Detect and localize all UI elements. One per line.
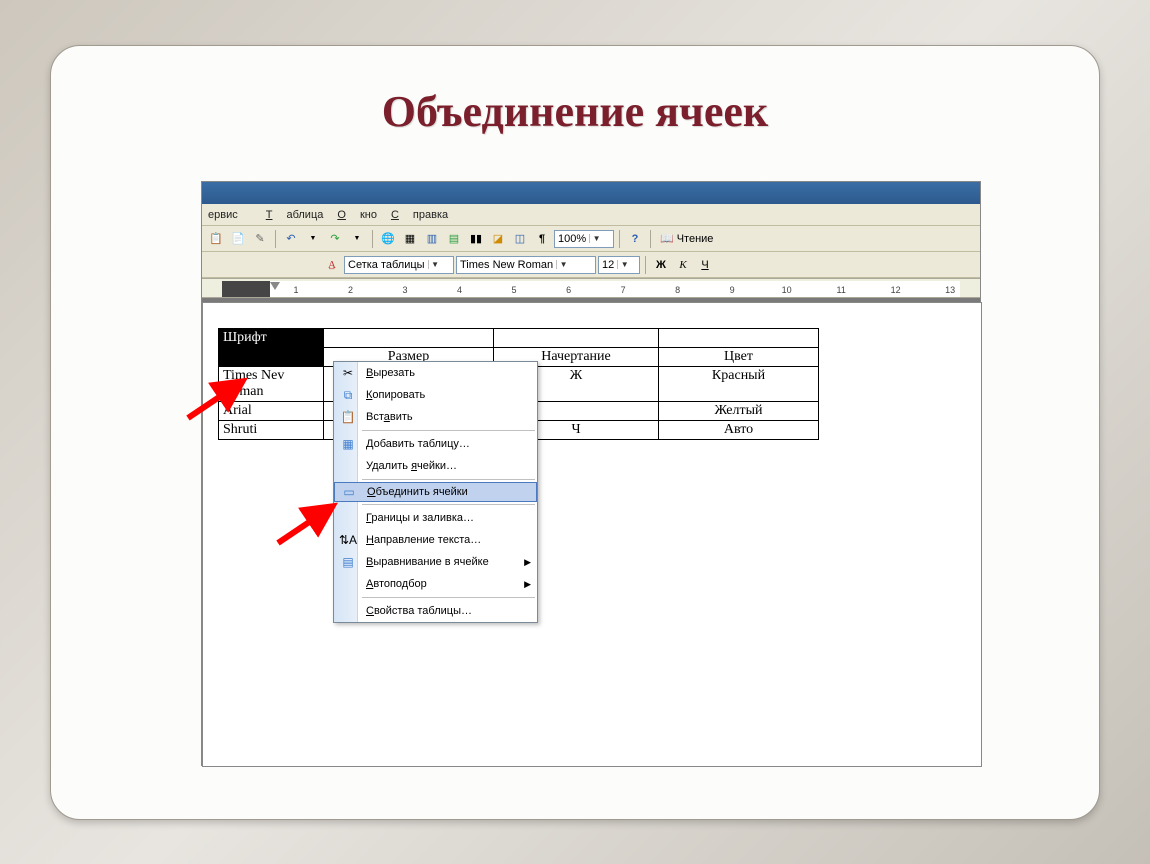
tables-borders-icon[interactable]: ▦ <box>400 229 420 249</box>
horizontal-ruler[interactable]: 1 2 3 4 5 6 7 8 9 10 11 12 13 <box>202 278 980 298</box>
ruler-tick: 7 <box>597 285 649 295</box>
italic-button[interactable]: К <box>673 255 693 275</box>
menu-delete-cells[interactable]: Удалить ячейки… <box>334 455 537 477</box>
menu-service[interactable]: ервис <box>208 209 252 221</box>
docmap-icon[interactable]: ◫ <box>510 229 530 249</box>
cell-selected[interactable] <box>219 348 324 367</box>
book-icon: 📖 <box>660 232 674 245</box>
table-cell[interactable] <box>324 329 494 348</box>
menu-help[interactable]: Справка <box>391 209 448 221</box>
menu-cut[interactable]: ✂ Вырезать <box>334 362 537 384</box>
slide-title: Объединение ячеек <box>51 86 1099 137</box>
ruler-tick: 13 <box>924 285 976 295</box>
menu-merge-cells[interactable]: ▭ Объединить ячейки <box>334 482 537 502</box>
ruler-tick: 10 <box>761 285 813 295</box>
cell-selected[interactable]: Шрифт <box>219 329 324 348</box>
menu-insert-table[interactable]: ▦ Добавить таблицу… <box>334 433 537 455</box>
font-dropdown[interactable]: Times New Roman ▼ <box>456 256 596 274</box>
annotation-arrow-2 <box>273 498 353 548</box>
help-icon[interactable]: ? <box>625 229 645 249</box>
alignment-icon: ▤ <box>338 555 358 569</box>
menu-table[interactable]: Таблица <box>266 209 324 221</box>
chevron-down-icon: ▼ <box>556 260 570 269</box>
underline-button[interactable]: Ч <box>695 255 715 275</box>
menu-autofit[interactable]: Автоподбор ▶ <box>334 573 537 595</box>
menu-paste[interactable]: 📋 Вставить <box>334 406 537 428</box>
fontsize-value: 12 <box>602 259 614 271</box>
paste-icon[interactable]: 📄 <box>228 229 248 249</box>
slide-frame: Объединение ячеек ервис Таблица Окно Спр… <box>50 45 1100 820</box>
ruler-tick: 11 <box>815 285 867 295</box>
menu-borders[interactable]: Границы и заливка… <box>334 507 537 529</box>
font-value: Times New Roman <box>460 259 553 271</box>
paste-icon: 📋 <box>338 410 358 424</box>
chevron-down-icon: ▼ <box>617 260 631 269</box>
copy-icon: ⧉ <box>338 388 358 403</box>
table-cell[interactable]: Красный <box>659 367 819 402</box>
undo-dropdown-icon[interactable]: ▼ <box>303 229 323 249</box>
chevron-down-icon: ▼ <box>428 260 442 269</box>
redo-dropdown-icon[interactable]: ▼ <box>347 229 367 249</box>
menu-table-properties[interactable]: Свойства таблицы… <box>334 600 537 622</box>
titlebar <box>202 182 980 204</box>
style-value: Сетка таблицы <box>348 259 425 271</box>
hyperlink-icon[interactable]: 🌐 <box>378 229 398 249</box>
scissors-icon: ✂ <box>338 366 358 380</box>
menu-copy[interactable]: ⧉ Копировать <box>334 384 537 406</box>
font-aa-icon[interactable]: A̲ <box>322 255 342 275</box>
ruler-tick: 5 <box>488 285 540 295</box>
table-icon: ▦ <box>338 437 358 451</box>
ruler-tick: 6 <box>543 285 595 295</box>
zoom-dropdown[interactable]: 100% ▼ <box>554 230 614 248</box>
ruler-tick: 9 <box>706 285 758 295</box>
document-area[interactable]: Шрифт Размер Начертание Цвет Times NevRo… <box>202 302 980 765</box>
redo-icon[interactable]: ↷ <box>325 229 345 249</box>
submenu-arrow-icon: ▶ <box>524 579 531 590</box>
bold-button[interactable]: Ж <box>651 255 671 275</box>
fontsize-dropdown[interactable]: 12 ▼ <box>598 256 640 274</box>
table-cell[interactable] <box>659 329 819 348</box>
insert-table-icon[interactable]: ▥ <box>422 229 442 249</box>
table-cell[interactable]: Авто <box>659 421 819 440</box>
submenu-arrow-icon: ▶ <box>524 557 531 568</box>
chevron-down-icon: ▼ <box>589 234 603 243</box>
standard-toolbar: 📋 📄 ✎ ↶ ▼ ↷ ▼ 🌐 ▦ ▥ ▤ ▮▮ ◪ ◫ ¶ 100% ▼ ? <box>202 226 980 252</box>
indent-marker-icon[interactable] <box>270 282 280 290</box>
ruler-tick: 2 <box>325 285 377 295</box>
table-cell[interactable] <box>494 329 659 348</box>
excel-icon[interactable]: ▤ <box>444 229 464 249</box>
columns-icon[interactable]: ▮▮ <box>466 229 486 249</box>
ruler-tick: 12 <box>870 285 922 295</box>
word-app-window: ервис Таблица Окно Справка 📋 📄 ✎ ↶ ▼ ↷ ▼… <box>201 181 981 766</box>
menu-text-direction[interactable]: ⇅A Направление текста… <box>334 529 537 551</box>
formatting-toolbar: A̲ Сетка таблицы ▼ Times New Roman ▼ 12 … <box>202 252 980 278</box>
context-menu: ✂ Вырезать ⧉ Копировать 📋 Вставить ▦ Д <box>333 361 538 623</box>
page: Шрифт Размер Начертание Цвет Times NevRo… <box>202 302 982 767</box>
ruler-tick: 8 <box>652 285 704 295</box>
reading-mode-button[interactable]: 📖 Чтение <box>656 231 717 246</box>
pilcrow-icon[interactable]: ¶ <box>532 229 552 249</box>
zoom-value: 100% <box>558 233 586 245</box>
table-cell[interactable]: Цвет <box>659 348 819 367</box>
format-painter-icon[interactable]: ✎ <box>250 229 270 249</box>
merge-cells-icon: ▭ <box>339 485 359 499</box>
ruler-tick: 4 <box>434 285 486 295</box>
menu-cell-alignment[interactable]: ▤ Выравнивание в ячейке ▶ <box>334 551 537 573</box>
copy-icon[interactable]: 📋 <box>206 229 226 249</box>
ruler-tick: 3 <box>379 285 431 295</box>
menu-window[interactable]: Окно <box>337 209 377 221</box>
table-cell[interactable]: Желтый <box>659 402 819 421</box>
ruler-margin-left <box>222 281 270 298</box>
undo-icon[interactable]: ↶ <box>281 229 301 249</box>
menubar: ервис Таблица Окно Справка <box>202 204 980 226</box>
style-dropdown[interactable]: Сетка таблицы ▼ <box>344 256 454 274</box>
table-cell[interactable]: Shruti <box>219 421 324 440</box>
annotation-arrow-1 <box>183 373 263 423</box>
drawing-icon[interactable]: ◪ <box>488 229 508 249</box>
